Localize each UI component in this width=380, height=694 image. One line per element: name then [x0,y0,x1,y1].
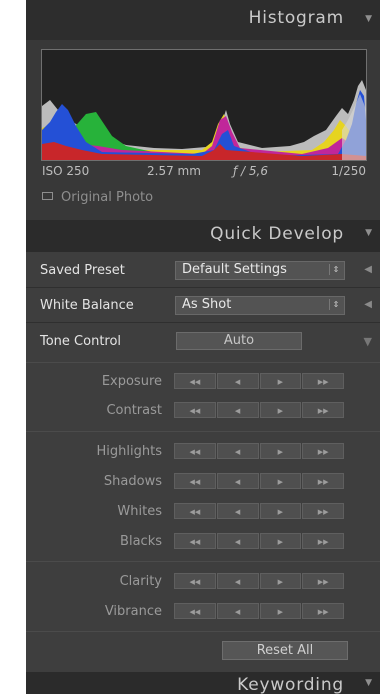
histogram-chart [42,80,366,160]
double-left-icon[interactable]: ◀◀ [174,533,216,549]
contrast-control: Contrast ◀◀ ◀ ▶ ▶▶ [26,400,380,422]
tone-control-label: Tone Control [40,334,122,349]
double-left-icon[interactable]: ◀◀ [174,573,216,589]
white-balance-label: White Balance [40,298,134,313]
exposure-label: Exposure [101,374,162,389]
left-icon[interactable]: ◀ [216,533,259,549]
double-right-icon[interactable]: ▶▶ [302,573,344,589]
saved-preset-row: Saved Preset Default Settings ⇕ ◀ [26,255,380,285]
double-left-icon[interactable]: ◀◀ [174,443,216,459]
blacks-label: Blacks [120,534,162,549]
left-icon[interactable]: ◀ [216,573,259,589]
histogram-area: ISO 250 2.57 mm ƒ / 5,6 1/250 Original P… [26,40,380,220]
reset-all-button[interactable]: Reset All [222,641,348,660]
histogram-header[interactable]: Histogram ▼ [26,0,380,40]
histogram-title: Histogram [248,8,344,28]
right-icon[interactable]: ▶ [259,533,302,549]
vibrance-label: Vibrance [104,604,162,619]
double-left-icon[interactable]: ◀◀ [174,402,216,418]
left-icon[interactable]: ◀ [216,473,259,489]
triangle-down-icon[interactable]: ▼ [365,14,372,24]
contrast-label: Contrast [106,403,162,418]
white-balance-row: White Balance As Shot ⇕ ◀ [26,290,380,320]
divider [26,561,380,562]
whites-control: Whites ◀◀ ◀ ▶ ▶▶ [26,501,380,523]
whites-stepper[interactable]: ◀◀ ◀ ▶ ▶▶ [174,503,344,519]
contrast-stepper[interactable]: ◀◀ ◀ ▶ ▶▶ [174,402,344,418]
double-right-icon[interactable]: ▶▶ [302,373,344,389]
right-icon[interactable]: ▶ [259,503,302,519]
white-balance-value: As Shot [182,297,232,312]
shutter-speed-value: 1/250 [331,164,366,178]
double-left-icon[interactable]: ◀◀ [174,473,216,489]
right-icon[interactable]: ▶ [259,443,302,459]
auto-tone-button[interactable]: Auto [176,332,302,350]
clarity-label: Clarity [119,574,162,589]
highlights-stepper[interactable]: ◀◀ ◀ ▶ ▶▶ [174,443,344,459]
right-icon[interactable]: ▶ [259,402,302,418]
white-balance-select[interactable]: As Shot ⇕ [175,296,345,315]
saved-preset-value: Default Settings [182,262,287,277]
original-photo-label: Original Photo [61,190,154,205]
tone-control-row: Tone Control Auto ▼ [26,326,380,356]
left-icon[interactable]: ◀ [216,402,259,418]
blacks-control: Blacks ◀◀ ◀ ▶ ▶▶ [26,531,380,553]
left-icon[interactable]: ◀ [216,603,259,619]
iso-value: ISO 250 [42,164,90,178]
double-left-icon[interactable]: ◀◀ [174,603,216,619]
double-left-icon[interactable]: ◀◀ [174,503,216,519]
divider [26,322,380,323]
double-right-icon[interactable]: ▶▶ [302,533,344,549]
divider [26,362,380,363]
divider [26,287,380,288]
double-right-icon[interactable]: ▶▶ [302,503,344,519]
shadows-control: Shadows ◀◀ ◀ ▶ ▶▶ [26,471,380,493]
keywording-title: Keywording [237,675,344,694]
up-down-arrows-icon: ⇕ [329,264,342,275]
focal-length-value: 2.57 mm [147,164,201,178]
double-right-icon[interactable]: ▶▶ [302,603,344,619]
double-right-icon[interactable]: ▶▶ [302,443,344,459]
left-icon[interactable]: ◀ [216,503,259,519]
histogram-graph [41,49,367,161]
right-panel: Histogram ▼ ISO 250 2.57 mm ƒ / 5,6 1/25… [26,0,380,694]
divider [26,631,380,632]
right-icon[interactable]: ▶ [259,473,302,489]
right-icon[interactable]: ▶ [259,573,302,589]
whites-label: Whites [117,504,162,519]
clarity-stepper[interactable]: ◀◀ ◀ ▶ ▶▶ [174,573,344,589]
vibrance-control: Vibrance ◀◀ ◀ ▶ ▶▶ [26,601,380,623]
shadows-stepper[interactable]: ◀◀ ◀ ▶ ▶▶ [174,473,344,489]
highlights-control: Highlights ◀◀ ◀ ▶ ▶▶ [26,441,380,463]
original-photo-toggle[interactable]: Original Photo [42,190,153,205]
triangle-left-icon[interactable]: ◀ [364,299,372,310]
left-icon[interactable]: ◀ [216,373,259,389]
double-left-icon[interactable]: ◀◀ [174,373,216,389]
double-right-icon[interactable]: ▶▶ [302,402,344,418]
right-icon[interactable]: ▶ [259,373,302,389]
exposure-stepper[interactable]: ◀◀ ◀ ▶ ▶▶ [174,373,344,389]
divider [26,431,380,432]
saved-preset-select[interactable]: Default Settings ⇕ [175,261,345,280]
shadows-label: Shadows [103,474,162,489]
aperture-value: ƒ / 5,6 [233,164,268,178]
triangle-left-icon[interactable]: ◀ [364,264,372,275]
checkbox-icon[interactable] [42,192,53,200]
triangle-down-icon[interactable]: ▼ [365,228,372,238]
quick-develop-header[interactable]: Quick Develop ▼ [26,220,380,252]
blacks-stepper[interactable]: ◀◀ ◀ ▶ ▶▶ [174,533,344,549]
exposure-control: Exposure ◀◀ ◀ ▶ ▶▶ [26,371,380,393]
clarity-control: Clarity ◀◀ ◀ ▶ ▶▶ [26,571,380,593]
triangle-down-icon[interactable]: ▼ [365,678,372,688]
keywording-header[interactable]: Keywording ▼ [26,672,380,694]
right-icon[interactable]: ▶ [259,603,302,619]
vibrance-stepper[interactable]: ◀◀ ◀ ▶ ▶▶ [174,603,344,619]
up-down-arrows-icon: ⇕ [329,299,342,310]
left-icon[interactable]: ◀ [216,443,259,459]
triangle-down-icon[interactable]: ▼ [364,335,372,348]
highlights-label: Highlights [96,444,162,459]
quick-develop-title: Quick Develop [210,224,344,244]
saved-preset-label: Saved Preset [40,263,125,278]
double-right-icon[interactable]: ▶▶ [302,473,344,489]
